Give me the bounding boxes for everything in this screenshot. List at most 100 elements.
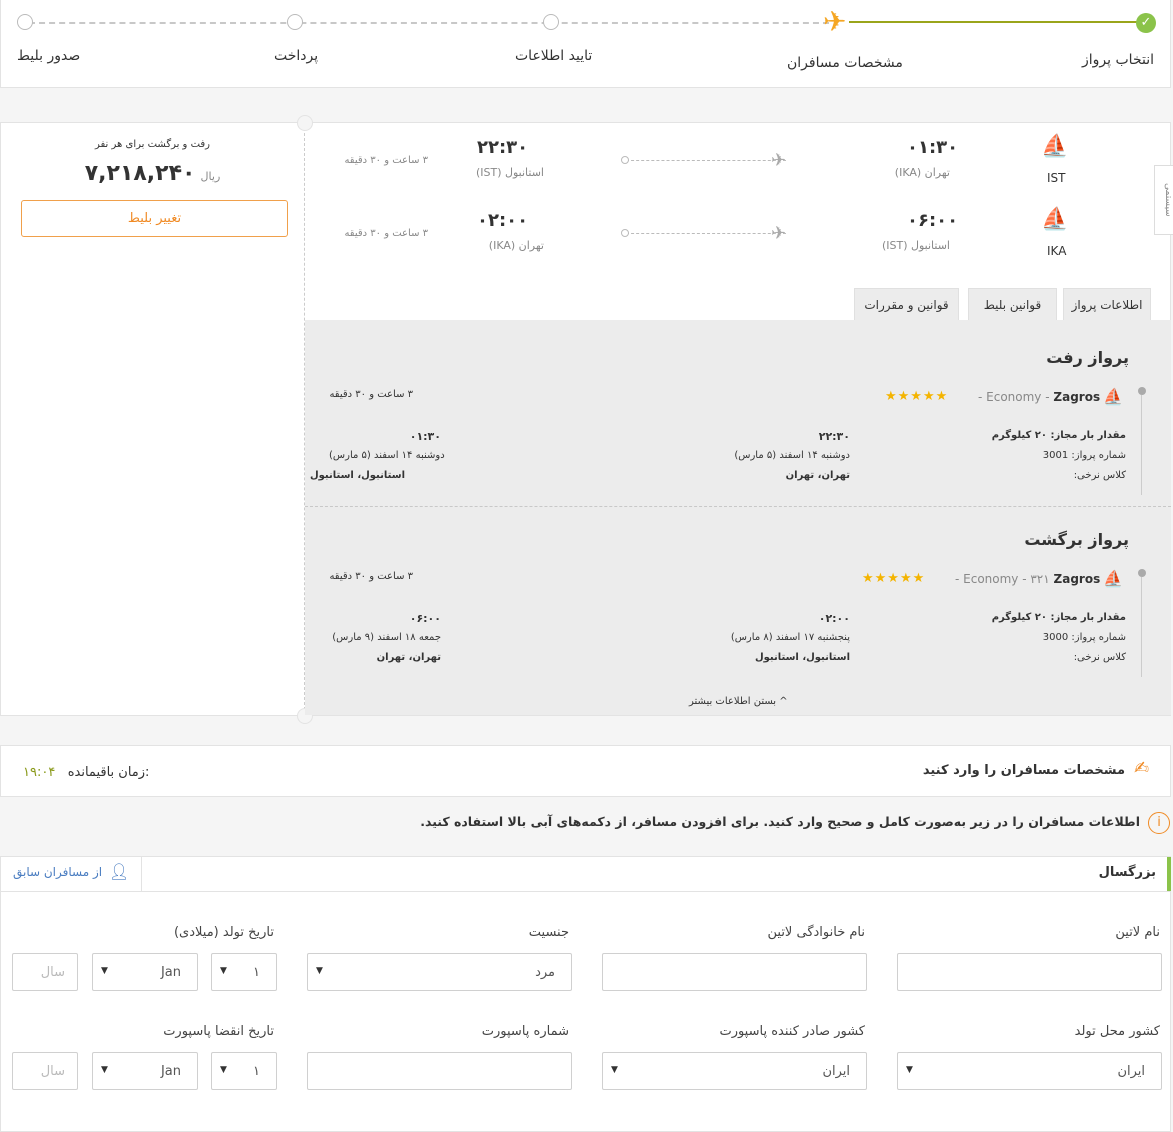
- passport-no-input[interactable]: [307, 1052, 572, 1090]
- leg-dep-time: ۰۱:۳۰: [907, 137, 959, 158]
- passport-exp-year-input[interactable]: سال: [12, 1052, 78, 1090]
- birth-year-input[interactable]: سال: [12, 953, 78, 991]
- previous-passengers-button[interactable]: از مسافران سابق 👤︎: [1, 857, 142, 891]
- adult-marker: [1167, 857, 1171, 891]
- detail-cabin: - Economy - ۳۲۱: [955, 572, 1050, 586]
- detail-end-time: ۰۱:۳۰: [409, 430, 441, 443]
- detail-fare-class: کلاس نرخی:: [1073, 652, 1126, 663]
- airline-logo-icon: ⛵: [1041, 207, 1069, 232]
- plane-icon: ✈: [771, 223, 787, 244]
- tab-ticket-rules[interactable]: قوانین بلیط: [968, 288, 1057, 320]
- passport-country-label: کشور صادر کننده پاسپورت: [719, 1024, 865, 1039]
- passport-exp-month-select[interactable]: Jan: [92, 1052, 198, 1090]
- detail-airline: Zagros: [1053, 390, 1101, 404]
- ticket-notch-top: [297, 115, 313, 131]
- latin-name-label: نام لاتین: [1115, 925, 1160, 940]
- progress-dash: [29, 22, 829, 24]
- airline-logo-icon: ⛵: [1103, 569, 1123, 588]
- detail-mid-place: استانبول، استانبول: [754, 652, 850, 663]
- birth-country-select[interactable]: ایران: [897, 1052, 1162, 1090]
- passenger-edit-icon: ✍: [1134, 758, 1150, 779]
- step-dot-issue: [17, 14, 33, 30]
- leg-arr-time: ۲۲:۳۰: [477, 137, 529, 158]
- price-panel: رفت و برگشت برای هر نفر ریال ۷,۲۱۸,۲۴۰ ت…: [1, 123, 304, 715]
- passport-exp-month-value: Jan: [160, 1064, 181, 1079]
- plane-progress-icon: ✈: [823, 5, 847, 38]
- step-issue[interactable]: صدور بلیط: [17, 48, 80, 64]
- birth-year-placeholder: سال: [40, 965, 65, 980]
- detail-airline: Zagros: [1053, 572, 1101, 586]
- tab-flight-info[interactable]: اطلاعات پرواز: [1063, 288, 1151, 320]
- birth-country-value: ایران: [1117, 1064, 1145, 1079]
- gender-label: جنسیت: [528, 925, 569, 940]
- tab-terms[interactable]: قوانین و مقررات: [854, 288, 959, 320]
- price-amount: ۷,۲۱۸,۲۴۰: [84, 161, 196, 186]
- timer-value: ۱۹:۰۴: [23, 765, 56, 780]
- detail-end-place: استانبول، استانبول: [309, 470, 405, 481]
- birth-day-select[interactable]: ۱: [211, 953, 277, 991]
- leg-arr-place: استانبول (IST): [475, 166, 544, 179]
- leg-arr-time: ۰۲:۰۰: [477, 210, 529, 231]
- detail-mid-date: پنجشنبه ۱۷ اسفند (۸ مارس): [730, 632, 850, 643]
- leg-code: IST: [1047, 171, 1066, 185]
- step-passengers[interactable]: مشخصات مسافران: [787, 55, 903, 71]
- passport-country-select[interactable]: ایران: [602, 1052, 867, 1090]
- detail-end-date: جمعه ۱۸ اسفند (۹ مارس): [332, 632, 441, 643]
- detail-end-time: ۰۶:۰۰: [409, 612, 441, 625]
- detail-airline-row: - Economy - ۳۲۱ Zagros: [955, 572, 1100, 586]
- detail-line: [1141, 395, 1142, 495]
- detail-title: پرواز رفت: [1046, 348, 1129, 367]
- plane-icon: ✈: [771, 150, 787, 171]
- passport-no-label: شماره پاسپورت: [481, 1024, 569, 1039]
- details-divider: [305, 506, 1171, 507]
- detail-airline-row: - Economy - Zagros: [978, 390, 1100, 404]
- user-icon: 👤︎: [109, 862, 130, 881]
- step-payment[interactable]: پرداخت: [274, 48, 318, 64]
- detail-flight-no: شماره پرواز: 3000: [1042, 632, 1126, 643]
- leg-end-dot: [621, 156, 629, 164]
- step-confirm[interactable]: تایید اطلاعات: [515, 48, 592, 64]
- timer-label: زمان باقیمانده:: [67, 765, 150, 780]
- leg-code: IKA: [1047, 244, 1067, 258]
- step-dot-payment: [287, 14, 303, 30]
- detail-stars: ★★★★★: [885, 389, 949, 404]
- close-more-link[interactable]: بستن اطلاعات بیشتر ^: [689, 696, 788, 707]
- detail-end-date: دوشنبه ۱۴ اسفند (۵ مارس): [329, 450, 445, 461]
- price-unit: ریال: [200, 170, 221, 183]
- detail-baggage: مقدار بار مجاز: ۲۰ کیلوگرم: [991, 612, 1126, 623]
- leg-dep-place: استانبول (IST): [881, 239, 950, 252]
- gender-select[interactable]: مرد: [307, 953, 572, 991]
- passenger-type: بزرگسال: [1098, 865, 1156, 880]
- close-more-label: بستن اطلاعات بیشتر: [689, 696, 777, 707]
- detail-flight-no: شماره پرواز: 3001: [1042, 450, 1126, 461]
- progress-done-line: [849, 21, 1139, 23]
- birth-date-label: تاریخ تولد (میلادی): [173, 925, 274, 940]
- price-row: ریال ۷,۲۱۸,۲۴۰: [1, 161, 304, 186]
- detail-fare-class: کلاس نرخی:: [1073, 470, 1126, 481]
- passengers-header: ✍ مشخصات مسافران را وارد کنید ۱۹:۰۴ زمان…: [0, 745, 1171, 797]
- progress-steps: ✈ ✓ انتخاب پرواز مشخصات مسافران تایید اط…: [0, 0, 1171, 88]
- detail-title: پرواز برگشت: [1024, 530, 1129, 549]
- detail-duration: ۳ ساعت و ۳۰ دقیقه: [329, 389, 413, 400]
- detail-stars: ★★★★★: [862, 571, 926, 586]
- step-select-flight[interactable]: انتخاب پرواز: [1082, 52, 1154, 68]
- leg-line: [626, 233, 786, 234]
- step-dot-confirm: [543, 14, 559, 30]
- latin-family-input[interactable]: [602, 953, 867, 991]
- flight-details: پرواز رفت ⛵ - Economy - Zagros ★★★★★ ۳ س…: [305, 320, 1171, 715]
- leg-dep-place: تهران (IKA): [894, 166, 950, 179]
- birth-month-select[interactable]: Jan: [92, 953, 198, 991]
- passengers-title: مشخصات مسافران را وارد کنید: [922, 763, 1125, 778]
- passport-exp-label: تاریخ انقضا پاسپورت: [163, 1024, 274, 1039]
- passport-exp-day-select[interactable]: ۱: [211, 1052, 277, 1090]
- leg-arr-place: تهران (IKA): [488, 239, 544, 252]
- detail-mid-date: دوشنبه ۱۴ اسفند (۵ مارس): [734, 450, 850, 461]
- leg-duration: ۳ ساعت و ۳۰ دقیقه: [344, 228, 428, 239]
- detail-mid-time: ۰۲:۰۰: [818, 612, 850, 625]
- info-icon: i: [1148, 812, 1170, 834]
- change-ticket-button[interactable]: تغییر بلیط: [21, 200, 288, 237]
- latin-name-input[interactable]: [897, 953, 1162, 991]
- detail-line: [1141, 577, 1142, 677]
- side-tab[interactable]: سیستمی: [1154, 165, 1173, 235]
- birth-month-value: Jan: [160, 965, 181, 980]
